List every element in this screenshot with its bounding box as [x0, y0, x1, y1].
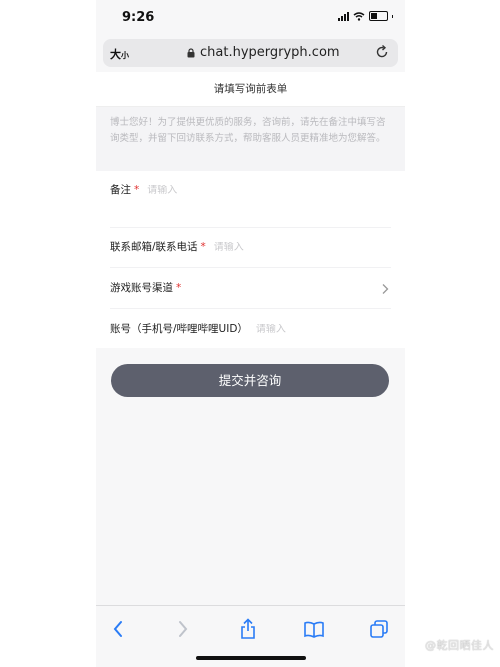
address-bar[interactable]: 大小 chat.hypergryph.com: [103, 39, 398, 67]
divider: [110, 308, 391, 309]
consult-form: 备注 * 联系邮箱/联系电话 * 游戏账号渠道 * 账号（手机号/哔哩哔哩UID…: [96, 171, 405, 348]
remark-label: 备注: [110, 184, 131, 196]
tabs-button[interactable]: [368, 618, 390, 640]
url-text: chat.hypergryph.com: [200, 45, 340, 60]
remark-input[interactable]: [147, 185, 268, 196]
submit-consult-button[interactable]: 提交并咨询: [111, 364, 389, 397]
battery-tip: [392, 14, 393, 18]
contact-input[interactable]: [213, 242, 334, 253]
lock-icon: [187, 47, 195, 57]
forward-button[interactable]: [172, 618, 194, 640]
status-icons: [338, 11, 393, 21]
bookmarks-icon: [304, 621, 324, 638]
text-size-button[interactable]: 大小: [110, 46, 129, 62]
account-field: 账号（手机号/哔哩哔哩UID）: [110, 321, 376, 336]
account-label: 账号（手机号/哔哩哔哩UID）: [110, 323, 248, 335]
url-display[interactable]: chat.hypergryph.com: [187, 45, 340, 60]
contact-label: 联系邮箱/联系电话: [110, 241, 198, 253]
battery-icon: [369, 11, 388, 21]
status-time: 9:26: [122, 10, 155, 25]
text-size-small-label: 小: [121, 51, 129, 60]
share-icon: [241, 618, 255, 639]
wifi-icon: [353, 11, 365, 21]
home-indicator[interactable]: [196, 656, 306, 660]
required-mark: *: [200, 241, 206, 253]
back-icon: [113, 621, 122, 637]
required-mark: *: [134, 184, 140, 196]
forward-icon: [179, 621, 188, 637]
remark-field: 备注 *: [110, 182, 268, 197]
account-input[interactable]: [255, 324, 376, 335]
cellular-signal-icon: [338, 11, 349, 21]
reload-icon[interactable]: [374, 44, 390, 60]
form-title: 请填写询前表单: [96, 72, 405, 107]
phone-screen: 9:26 大小 chat.hypergryph.com 请填写询前表单 博士您好…: [96, 0, 405, 667]
watermark: @乾回晒佳人: [425, 639, 494, 652]
form-notice: 博士您好！为了提供更优质的服务，咨询前，请先在备注中填写咨询类型，并留下回访联系…: [96, 107, 405, 171]
chevron-right-icon[interactable]: [381, 283, 389, 295]
status-bar: 9:26: [96, 0, 405, 36]
text-size-big-label: 大: [110, 48, 121, 61]
tabs-icon: [370, 620, 388, 638]
account-channel-label: 游戏账号渠道: [110, 282, 173, 294]
account-channel-field[interactable]: 游戏账号渠道 *: [110, 280, 181, 295]
divider: [110, 267, 391, 268]
divider: [110, 227, 391, 228]
bookmarks-button[interactable]: [303, 618, 325, 640]
back-button[interactable]: [107, 618, 129, 640]
contact-field: 联系邮箱/联系电话 *: [110, 239, 334, 254]
required-mark: *: [176, 282, 182, 294]
share-button[interactable]: [237, 618, 259, 640]
